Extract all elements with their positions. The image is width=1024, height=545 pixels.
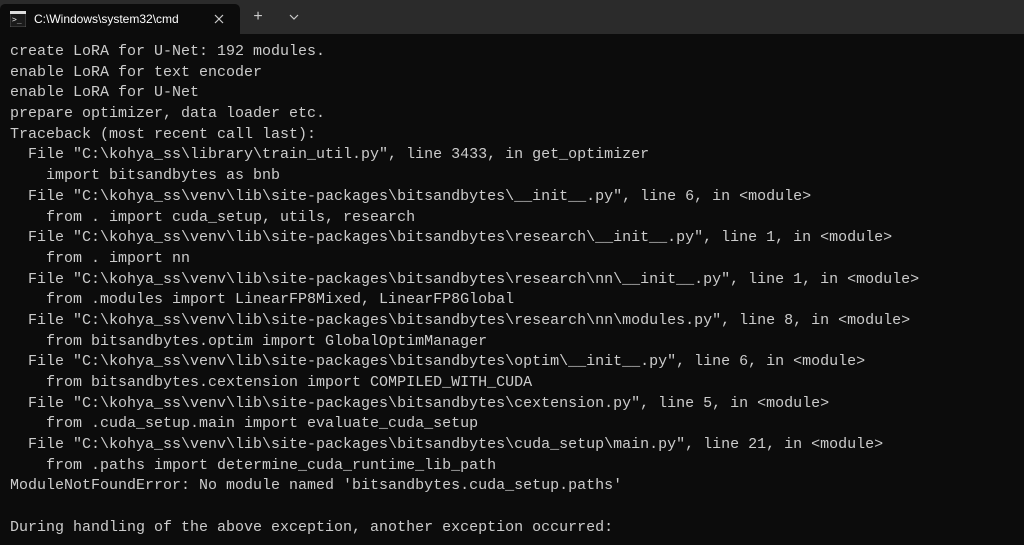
tab-active[interactable]: >_ C:\Windows\system32\cmd	[0, 4, 240, 34]
title-bar: >_ C:\Windows\system32\cmd +	[0, 0, 1024, 34]
title-actions: +	[240, 0, 312, 34]
tab-title: C:\Windows\system32\cmd	[34, 12, 202, 26]
close-icon[interactable]	[210, 10, 228, 28]
tab-dropdown-button[interactable]	[276, 2, 312, 32]
new-tab-button[interactable]: +	[240, 2, 276, 32]
terminal-output[interactable]: create LoRA for U-Net: 192 modules. enab…	[0, 34, 1024, 545]
cmd-icon: >_	[10, 11, 26, 27]
svg-text:>_: >_	[12, 15, 22, 24]
